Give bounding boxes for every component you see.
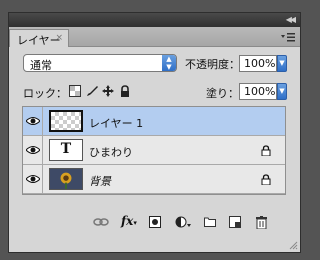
layer-row-layer1[interactable]: レイヤー 1 — [23, 107, 285, 136]
visibility-toggle[interactable] — [23, 136, 43, 164]
blend-mode-value: 通常 — [30, 59, 52, 72]
chevron-updown-icon: ▲ ▼ — [162, 55, 176, 71]
panel-titlebar[interactable]: ◀◀ — [9, 13, 300, 27]
new-layer-icon[interactable] — [229, 216, 241, 228]
layer-name[interactable]: ひまわり — [89, 144, 133, 160]
lock-move-icon[interactable] — [102, 85, 114, 97]
visibility-toggle[interactable] — [23, 165, 43, 193]
opacity-field[interactable]: 100% — [239, 55, 277, 72]
text-layer-glyph: T — [60, 141, 72, 157]
lock-label: ロック： — [23, 87, 67, 100]
panel-menu-icon[interactable] — [281, 32, 295, 42]
lock-icon — [261, 174, 271, 185]
fill-field[interactable]: 100% — [239, 83, 277, 100]
lock-row: ロック： 塗り： 100% ▼ — [9, 79, 300, 103]
lock-paint-icon[interactable] — [86, 85, 98, 97]
tab-layers[interactable]: レイヤー × — [9, 29, 69, 47]
opacity-dropdown-button[interactable]: ▼ — [277, 55, 287, 72]
layers-list: レイヤー 1 T ひまわり 背景 — [22, 106, 286, 195]
layer-row-background[interactable]: 背景 — [23, 165, 285, 194]
mask-icon[interactable] — [149, 216, 161, 228]
eye-icon — [26, 175, 40, 183]
adjustment-icon[interactable] — [175, 216, 191, 228]
sunflower-thumbnail — [49, 168, 83, 190]
trash-icon[interactable] — [256, 216, 267, 229]
group-folder-icon[interactable] — [204, 216, 216, 227]
collapse-icon[interactable]: ◀◀ — [286, 15, 296, 24]
opacity-value: 100% — [244, 57, 276, 70]
text-layer-thumbnail: T — [49, 139, 83, 161]
lock-transparent-icon[interactable] — [69, 85, 81, 97]
blend-row: 通常 ▲ ▼ 不透明度： 100% ▼ — [9, 49, 300, 75]
panel-bottom-toolbar: fx▾ — [9, 212, 300, 236]
opacity-label: 不透明度： — [185, 58, 240, 71]
layers-panel: ◀◀ レイヤー × 通常 ▲ ▼ 不透明度： 100% ▼ ロック： 塗り： 1… — [8, 12, 301, 253]
fill-dropdown-button[interactable]: ▼ — [277, 83, 287, 100]
close-icon[interactable]: × — [55, 33, 63, 43]
panel-tab-row: レイヤー × — [9, 27, 300, 47]
lock-icon — [261, 145, 271, 156]
layer-name[interactable]: レイヤー 1 — [89, 115, 143, 131]
eye-icon — [26, 146, 40, 154]
eye-icon — [26, 117, 40, 125]
fx-icon[interactable]: fx▾ — [121, 214, 137, 228]
resize-grip-icon[interactable] — [288, 240, 298, 250]
tab-layers-label: レイヤー — [17, 34, 61, 47]
layer-thumbnail — [49, 110, 83, 132]
visibility-toggle[interactable] — [23, 107, 43, 135]
fill-label: 塗り： — [206, 87, 239, 100]
layer-row-text[interactable]: T ひまわり — [23, 136, 285, 165]
blend-mode-select[interactable]: 通常 ▲ ▼ — [23, 54, 177, 72]
link-icon[interactable] — [93, 216, 109, 228]
lock-all-icon[interactable] — [119, 85, 131, 97]
fill-value: 100% — [244, 85, 276, 98]
layer-name[interactable]: 背景 — [89, 173, 111, 189]
